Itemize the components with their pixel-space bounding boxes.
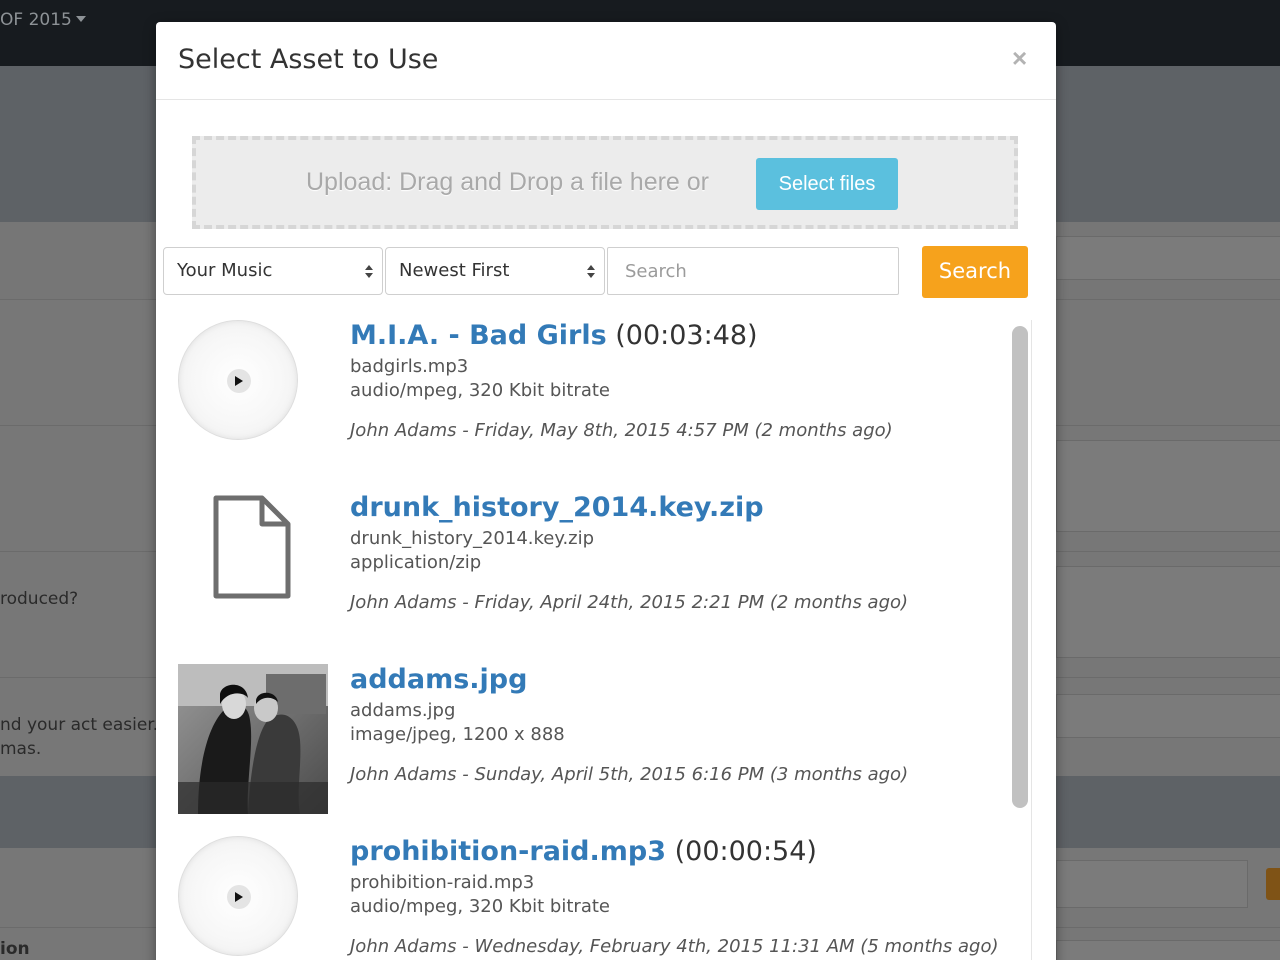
asset-duration: (00:03:48) [615, 320, 758, 351]
asset-meta: John Adams - Friday, April 24th, 2015 2:… [350, 592, 909, 613]
source-select[interactable]: Your Music [163, 247, 383, 295]
background-text: mas. [0, 739, 42, 759]
background-button [1266, 868, 1280, 900]
background-text: nd your act easier. [0, 715, 159, 735]
asset-title[interactable]: addams.jpg [350, 664, 527, 695]
asset-filename: addams.jpg [350, 700, 456, 721]
asset-item[interactable]: M.I.A. - Bad Girls (00:03:48) badgirls.m… [156, 320, 1006, 492]
asset-name-link[interactable]: M.I.A. - Bad Girls [350, 320, 607, 351]
caret-down-icon [75, 16, 86, 22]
asset-item[interactable]: addams.jpg addams.jpg image/jpeg, 1200 x… [156, 664, 1006, 836]
background-input [1056, 236, 1280, 280]
modal-header: Select Asset to Use × [156, 22, 1056, 100]
source-select-value: Your Music [177, 260, 273, 281]
asset-title[interactable]: prohibition-raid.mp3 (00:00:54) [350, 836, 817, 867]
background-input [1056, 440, 1280, 532]
select-arrows-icon [587, 265, 595, 279]
asset-title[interactable]: drunk_history_2014.key.zip [350, 492, 764, 523]
background-input [1056, 940, 1280, 960]
audio-disc-icon[interactable] [178, 836, 298, 956]
asset-name-link[interactable]: drunk_history_2014.key.zip [350, 492, 764, 523]
background-input [1056, 860, 1248, 908]
asset-filetype: image/jpeg, 1200 x 888 [350, 724, 565, 745]
asset-thumbnail[interactable] [178, 664, 328, 814]
year-menu-label: OF 2015 [0, 10, 72, 30]
search-input[interactable] [607, 247, 899, 295]
asset-thumbnail[interactable] [178, 836, 328, 960]
asset-duration: (00:00:54) [674, 836, 817, 867]
background-text: ion [0, 939, 30, 959]
asset-item[interactable]: prohibition-raid.mp3 (00:00:54) prohibit… [156, 836, 1006, 960]
select-asset-modal: Select Asset to Use × Upload: Drag and D… [156, 22, 1056, 960]
audio-disc-icon[interactable] [178, 320, 298, 440]
background-input [1056, 566, 1280, 658]
upload-prompt: Upload: Drag and Drop a file here or [306, 168, 710, 196]
asset-filename: prohibition-raid.mp3 [350, 872, 535, 893]
sort-select[interactable]: Newest First [385, 247, 605, 295]
asset-filename: drunk_history_2014.key.zip [350, 528, 595, 549]
asset-item[interactable]: drunk_history_2014.key.zip drunk_history… [156, 492, 1006, 664]
asset-name-link[interactable]: prohibition-raid.mp3 [350, 836, 666, 867]
asset-filetype: audio/mpeg, 320 Kbit bitrate [350, 380, 610, 401]
search-button[interactable]: Search [922, 246, 1028, 298]
sort-select-value: Newest First [399, 260, 510, 281]
select-arrows-icon [365, 265, 373, 279]
photo-image [178, 664, 328, 814]
asset-title[interactable]: M.I.A. - Bad Girls (00:03:48) [350, 320, 758, 351]
asset-thumbnail[interactable] [178, 492, 328, 642]
asset-meta: John Adams - Sunday, April 5th, 2015 6:1… [350, 764, 909, 785]
play-icon[interactable] [235, 376, 243, 386]
asset-name-link[interactable]: addams.jpg [350, 664, 527, 695]
upload-dropzone[interactable]: Upload: Drag and Drop a file here or Sel… [192, 136, 1018, 229]
asset-filetype: application/zip [350, 552, 482, 573]
background-input [1056, 694, 1280, 738]
modal-title: Select Asset to Use [178, 44, 439, 75]
asset-list[interactable]: M.I.A. - Bad Girls (00:03:48) badgirls.m… [156, 320, 1032, 960]
select-files-button[interactable]: Select files [756, 158, 898, 210]
asset-filetype: audio/mpeg, 320 Kbit bitrate [350, 896, 610, 917]
background-text: roduced? [0, 589, 79, 609]
image-thumbnail[interactable] [178, 664, 328, 814]
play-icon[interactable] [235, 892, 243, 902]
asset-meta: John Adams - Friday, May 8th, 2015 4:57 … [350, 420, 893, 441]
asset-filename: badgirls.mp3 [350, 356, 469, 377]
close-icon[interactable]: × [1012, 44, 1027, 72]
year-menu[interactable]: OF 2015 [0, 10, 86, 30]
scrollbar-thumb[interactable] [1012, 326, 1028, 808]
asset-thumbnail[interactable] [178, 320, 328, 470]
file-icon [213, 495, 291, 599]
asset-meta: John Adams - Wednesday, February 4th, 20… [350, 936, 999, 957]
